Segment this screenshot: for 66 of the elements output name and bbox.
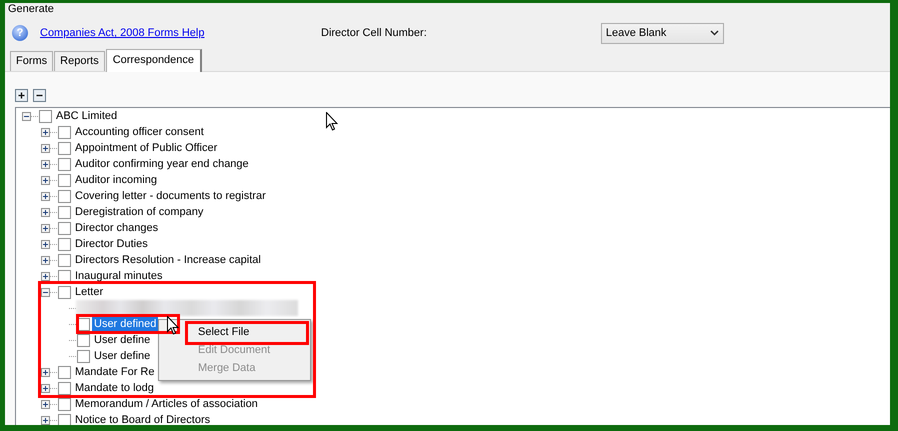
field-label: Director Cell Number: bbox=[321, 27, 428, 39]
mouse-cursor-icon bbox=[167, 316, 179, 335]
tree-item[interactable]: User define bbox=[92, 348, 152, 364]
expand-icon[interactable] bbox=[41, 272, 50, 280]
checkbox[interactable] bbox=[58, 142, 71, 154]
expand-icon[interactable] bbox=[41, 384, 50, 392]
checkbox[interactable] bbox=[77, 350, 90, 362]
collapse-icon[interactable] bbox=[41, 288, 50, 296]
expand-icon[interactable] bbox=[41, 240, 50, 248]
checkbox[interactable] bbox=[58, 366, 71, 378]
expand-icon[interactable] bbox=[41, 176, 50, 184]
checkbox[interactable] bbox=[58, 126, 71, 138]
tree-item[interactable]: User defined bbox=[92, 316, 158, 332]
director-cell-dropdown[interactable]: Leave Blank bbox=[600, 22, 724, 44]
help-link[interactable]: Companies Act, 2008 Forms Help bbox=[40, 27, 204, 39]
tree-item[interactable]: Auditor confirming year end change bbox=[73, 156, 251, 172]
tree-item[interactable]: Accounting officer consent bbox=[73, 124, 206, 140]
checkbox[interactable] bbox=[58, 158, 71, 170]
checkbox[interactable] bbox=[58, 398, 71, 410]
tree-item[interactable]: Inaugural minutes bbox=[73, 268, 164, 284]
expand-icon[interactable] bbox=[41, 192, 50, 200]
tree-item[interactable]: Covering letter - documents to registrar bbox=[73, 188, 268, 204]
expand-icon[interactable] bbox=[41, 160, 50, 168]
tab[interactable]: Correspondence bbox=[106, 49, 202, 72]
expand-icon[interactable] bbox=[41, 128, 50, 136]
tree-item[interactable]: Letter bbox=[73, 284, 106, 300]
checkbox[interactable] bbox=[58, 270, 71, 282]
collapse-all-button[interactable] bbox=[33, 89, 46, 102]
tree-item[interactable]: Memorandum / Articles of association bbox=[73, 396, 260, 412]
checkbox[interactable] bbox=[77, 334, 90, 346]
checkbox[interactable] bbox=[58, 238, 71, 250]
checkbox[interactable] bbox=[58, 286, 71, 298]
checkbox[interactable] bbox=[58, 254, 71, 266]
tree-item[interactable]: Directors Resolution - Increase capital bbox=[73, 252, 263, 268]
menu-item[interactable]: Select File bbox=[190, 325, 256, 339]
tree-item[interactable]: Deregistration of company bbox=[73, 204, 206, 220]
checkbox[interactable] bbox=[58, 382, 71, 394]
caret-icon bbox=[710, 30, 719, 36]
checkbox[interactable] bbox=[58, 174, 71, 186]
tab[interactable]: Forms bbox=[10, 51, 54, 71]
checkbox[interactable] bbox=[39, 110, 52, 122]
checkbox[interactable] bbox=[58, 190, 71, 202]
checkbox[interactable] bbox=[58, 206, 71, 218]
tree-item[interactable]: Mandate to lodg bbox=[73, 380, 156, 396]
expand-icon[interactable] bbox=[41, 368, 50, 376]
expand-icon[interactable] bbox=[41, 144, 50, 152]
expand-all-button[interactable] bbox=[15, 89, 28, 102]
checkbox[interactable] bbox=[58, 414, 71, 425]
tab[interactable]: Reports bbox=[54, 51, 105, 71]
window-title: Generate bbox=[7, 3, 55, 16]
mouse-cursor-icon bbox=[326, 112, 338, 131]
tree-item[interactable]: User define bbox=[92, 332, 152, 348]
expand-icon[interactable] bbox=[41, 208, 50, 216]
tree-item[interactable]: Appointment of Public Officer bbox=[73, 140, 220, 156]
expand-icon[interactable] bbox=[41, 416, 50, 424]
collapse-icon[interactable] bbox=[22, 112, 31, 120]
expand-icon[interactable] bbox=[41, 224, 50, 232]
tree-item[interactable]: Notice to Board of Directors bbox=[73, 412, 212, 425]
expand-icon[interactable] bbox=[41, 256, 50, 264]
tree-item[interactable]: Mandate For Re bbox=[73, 364, 156, 380]
checkbox[interactable] bbox=[58, 222, 71, 234]
tree-item[interactable]: Director Duties bbox=[73, 236, 150, 252]
tree-item[interactable]: Auditor incoming bbox=[73, 172, 159, 188]
tree-item[interactable]: Director changes bbox=[73, 220, 160, 236]
tree-item[interactable]: ABC Limited bbox=[54, 108, 120, 124]
expand-icon[interactable] bbox=[41, 400, 50, 408]
